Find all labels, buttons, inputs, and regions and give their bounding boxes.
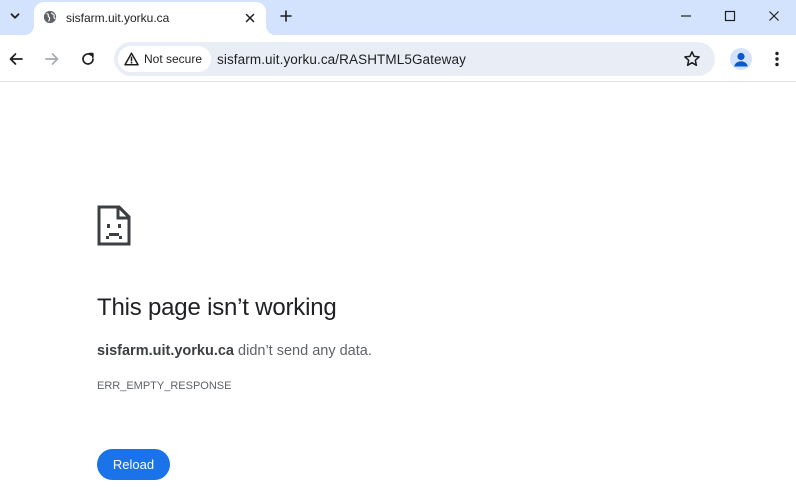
forward-button[interactable] bbox=[39, 46, 65, 72]
error-host: sisfarm.uit.yorku.ca bbox=[97, 343, 234, 359]
security-chip[interactable]: Not secure bbox=[118, 46, 212, 72]
error-code: ERR_EMPTY_RESPONSE bbox=[97, 380, 232, 392]
tab-search-button[interactable] bbox=[4, 5, 26, 27]
more-vert-icon bbox=[775, 51, 779, 67]
error-message-suffix: didn’t send any data. bbox=[234, 343, 372, 359]
error-message: sisfarm.uit.yorku.ca didn’t send any dat… bbox=[97, 343, 372, 359]
chevron-down-icon bbox=[10, 13, 20, 19]
browser-menu-button[interactable] bbox=[768, 47, 786, 71]
tab-title: sisfarm.uit.yorku.ca bbox=[66, 11, 170, 25]
sad-page-icon bbox=[97, 205, 131, 246]
arrow-left-icon bbox=[9, 53, 23, 65]
tab-strip: sisfarm.uit.yorku.ca bbox=[0, 0, 796, 35]
error-title: This page isn’t working bbox=[97, 294, 337, 321]
refresh-icon bbox=[82, 52, 94, 65]
browser-toolbar: Not secure sisfarm.uit.yorku.ca/RASHTML5… bbox=[0, 35, 796, 82]
reload-toolbar-button[interactable] bbox=[75, 46, 101, 72]
star-icon[interactable] bbox=[683, 50, 701, 68]
window-close-button[interactable] bbox=[752, 0, 796, 32]
active-tab[interactable]: sisfarm.uit.yorku.ca bbox=[24, 2, 276, 35]
maximize-button[interactable] bbox=[708, 0, 752, 32]
reload-button[interactable]: Reload bbox=[97, 449, 170, 480]
close-icon bbox=[769, 11, 779, 21]
url-text[interactable]: sisfarm.uit.yorku.ca/RASHTML5Gateway bbox=[217, 52, 466, 67]
address-bar[interactable]: Not secure sisfarm.uit.yorku.ca/RASHTML5… bbox=[114, 42, 715, 76]
back-button[interactable] bbox=[3, 46, 29, 72]
plus-icon bbox=[280, 10, 292, 22]
avatar-icon bbox=[734, 52, 748, 67]
new-tab-button[interactable] bbox=[275, 5, 297, 27]
minimize-button[interactable] bbox=[664, 0, 708, 32]
maximize-icon bbox=[724, 10, 736, 22]
profile-button[interactable] bbox=[730, 48, 752, 70]
globe-icon bbox=[43, 10, 57, 24]
arrow-right-icon bbox=[45, 53, 59, 65]
minimize-icon bbox=[681, 15, 691, 17]
close-icon bbox=[245, 13, 255, 23]
tab-close-button[interactable] bbox=[241, 9, 259, 27]
security-label: Not secure bbox=[144, 52, 203, 66]
warning-icon bbox=[124, 52, 139, 66]
